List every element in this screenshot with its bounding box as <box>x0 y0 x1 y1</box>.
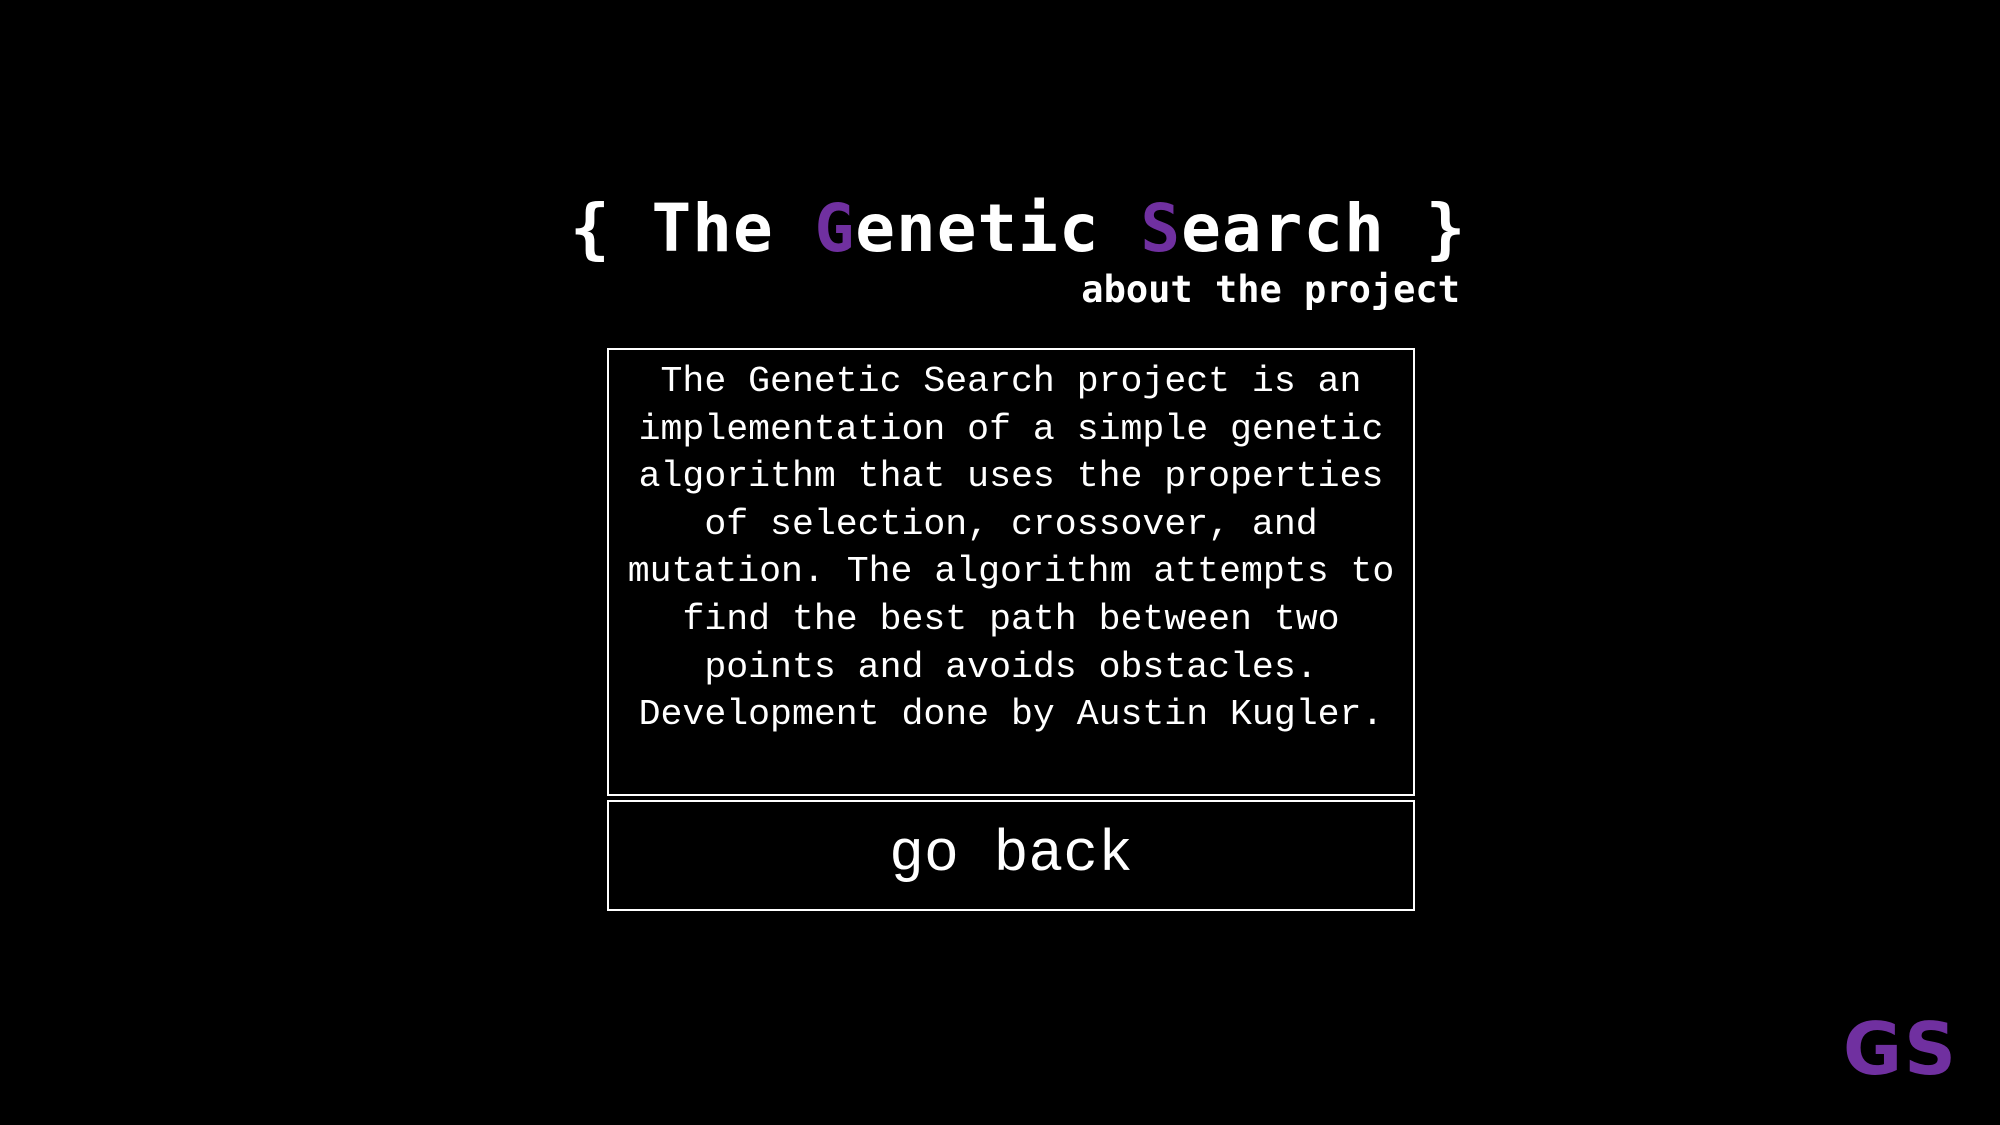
page-subtitle: about the project <box>1081 268 1460 311</box>
title-letter-g: G <box>814 190 856 267</box>
page-title: { The Genetic Search } <box>570 190 1465 268</box>
about-description: The Genetic Search project is an impleme… <box>607 348 1415 796</box>
close-brace: } <box>1425 190 1467 267</box>
title-word-the: The <box>651 190 774 267</box>
title-letter-s: S <box>1140 190 1182 267</box>
header: { The Genetic Search } about the project <box>570 190 1465 311</box>
go-back-button[interactable]: go back <box>607 800 1415 911</box>
gs-logo: GS <box>1843 1007 1958 1091</box>
open-brace: { <box>570 190 611 267</box>
title-word-enetic: enetic <box>855 190 1100 267</box>
title-word-earch: earch <box>1181 190 1385 267</box>
